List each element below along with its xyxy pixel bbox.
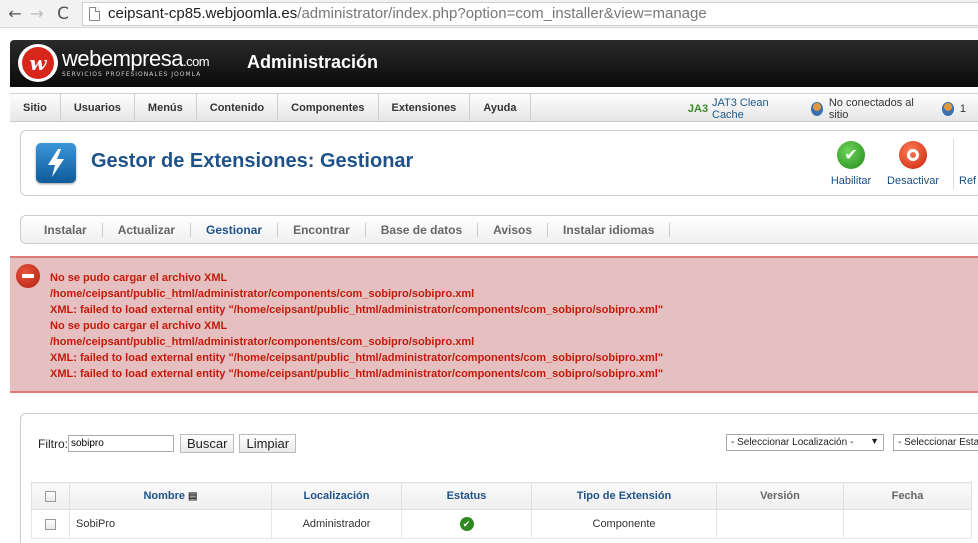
url-text: ceipsant-cp85.webjoomla.es/administrator… [108,5,707,22]
table-row: SobiPro Administrador ✔ Componente [31,509,972,539]
filter-label: Filtro: [38,436,68,451]
toolbar-divider [953,139,954,189]
cache-icon: JA3 [687,102,709,115]
menu-item-sitio[interactable]: Sitio [10,93,61,122]
column-version: Versión [716,482,844,510]
table-header-row: Nombre ▤ Localización Estatus Tipo de Ext… [31,482,972,510]
row-version [716,509,844,539]
row-type: Componente [531,509,717,539]
row-checkbox-cell [31,509,70,539]
brand-text: webempresa [62,46,183,71]
clear-button[interactable]: Limpiar [239,434,297,453]
row-checkbox[interactable] [45,518,56,530]
brand-name: webempresa.com [62,46,210,72]
sort-icon: ▤ [188,491,198,502]
back-arrow-icon[interactable]: ← [4,3,26,25]
row-date [843,509,972,539]
page-icon [89,6,100,21]
tab-actualizar[interactable]: Actualizar [103,222,192,237]
chevron-down-icon: ▼ [870,436,879,446]
enable-label: Habilitar [830,175,872,187]
tab-gestionar[interactable]: Gestionar [191,222,279,237]
column-date: Fecha [843,482,972,510]
error-icon [16,264,40,288]
error-line: XML: failed to load external entity "/ho… [50,368,664,380]
row-name: SobiPro [69,509,272,539]
disable-icon [899,141,927,169]
disable-button[interactable]: Desactivar [883,141,943,187]
location-select[interactable]: - Seleccionar Localización - ▼ [726,434,884,451]
users-icon [810,101,823,116]
search-button[interactable]: Buscar [180,434,235,453]
menu-item-menus[interactable]: Menús [135,93,197,122]
menu-item-ayuda[interactable]: Ayuda [470,93,531,122]
brand-tagline: SERVICIOS PROFESIONALES JOOMLA [62,71,202,78]
users-status-text: No conectados al sitio [828,96,914,121]
menu-item-contenido[interactable]: Contenido [197,93,279,122]
admin-header: w webempresa.com SERVICIOS PROFESIONALES… [10,40,978,87]
extensions-table: Nombre ▤ Localización Estatus Tipo de Ext… [31,482,972,539]
select-all-checkbox[interactable] [45,490,56,502]
tab-base-de-datos[interactable]: Base de datos [366,222,479,237]
error-line: No se pudo cargar el archivo XML [50,272,228,284]
page-title: Gestor de Extensiones: Gestionar [91,150,414,172]
error-line: XML: failed to load external entity "/ho… [50,304,664,316]
location-select-value: - Seleccionar Localización - [731,437,854,448]
admin-title: Administración [247,52,379,72]
column-type[interactable]: Tipo de Extensión [531,482,717,510]
submenu-tabs: Instalar Actualizar Gestionar Encontrar … [20,215,978,244]
status-select[interactable]: - Seleccionar Esta [893,434,978,451]
check-icon: ✔ [837,141,865,169]
webempresa-logo[interactable]: w [18,44,58,82]
error-line: XML: failed to load external entity "/ho… [50,352,664,364]
column-name[interactable]: Nombre ▤ [69,482,272,510]
enabled-check-icon[interactable]: ✔ [459,517,474,531]
menu-item-componentes[interactable]: Componentes [278,93,379,122]
brand-suffix: .com [182,54,210,69]
logo-mark: w [22,47,54,79]
main-menu: Sitio Usuarios Menús Contenido Component… [10,93,978,122]
admins-icon [941,101,954,116]
error-line: No se pudo cargar el archivo XML [50,320,228,332]
tab-instalar-idiomas[interactable]: Instalar idiomas [548,222,671,237]
menu-item-usuarios[interactable]: Usuarios [61,93,135,122]
column-location[interactable]: Localización [271,482,402,510]
status-area: JA3 JAT3 Clean Cache No conectados al si… [687,94,978,123]
error-list: No se pudo cargar el archivo XML /home/c… [50,270,663,382]
select-all-cell [31,482,70,510]
clean-cache-link[interactable]: JAT3 Clean Cache [712,97,793,121]
row-location: Administrador [271,509,402,539]
tab-avisos[interactable]: Avisos [478,222,549,237]
url-host: ceipsant-cp85.webjoomla.es [108,5,298,22]
error-line: /home/ceipsant/public_html/administrator… [50,288,475,300]
menu-item-extensiones[interactable]: Extensiones [379,93,471,122]
error-message-box: No se pudo cargar el archivo XML /home/c… [10,256,978,393]
column-name-label: Nombre [143,490,186,502]
reload-icon[interactable]: C [52,3,74,25]
status-select-value: - Seleccionar Esta [898,437,978,448]
enable-button[interactable]: ✔ Habilitar [821,141,881,187]
admins-count: 1 [959,102,966,115]
error-line: /home/ceipsant/public_html/administrator… [50,336,475,348]
column-status[interactable]: Estatus [401,482,532,510]
address-bar[interactable]: ceipsant-cp85.webjoomla.es/administrator… [82,1,978,26]
lightning-icon [48,149,64,177]
forward-arrow-icon[interactable]: → [26,3,48,25]
toolbar-box: Gestor de Extensiones: Gestionar ✔ Habil… [20,130,978,196]
extension-manager-icon [36,143,76,183]
row-status: ✔ [401,509,532,539]
filter-input[interactable] [68,435,174,452]
browser-toolbar: ← → C ceipsant-cp85.webjoomla.es/adminis… [0,0,978,28]
disable-label: Desactivar [887,175,939,187]
tab-instalar[interactable]: Instalar [29,222,103,237]
filter-bar: Filtro: Buscar Limpiar [38,434,301,453]
url-path: /administrator/index.php?option=com_inst… [297,5,707,22]
refresh-label: Ref [959,175,977,187]
extensions-list-panel: Filtro: Buscar Limpiar - Seleccionar Loc… [20,413,978,543]
refresh-button[interactable]: Ref [959,141,978,187]
tab-encontrar[interactable]: Encontrar [278,222,366,237]
